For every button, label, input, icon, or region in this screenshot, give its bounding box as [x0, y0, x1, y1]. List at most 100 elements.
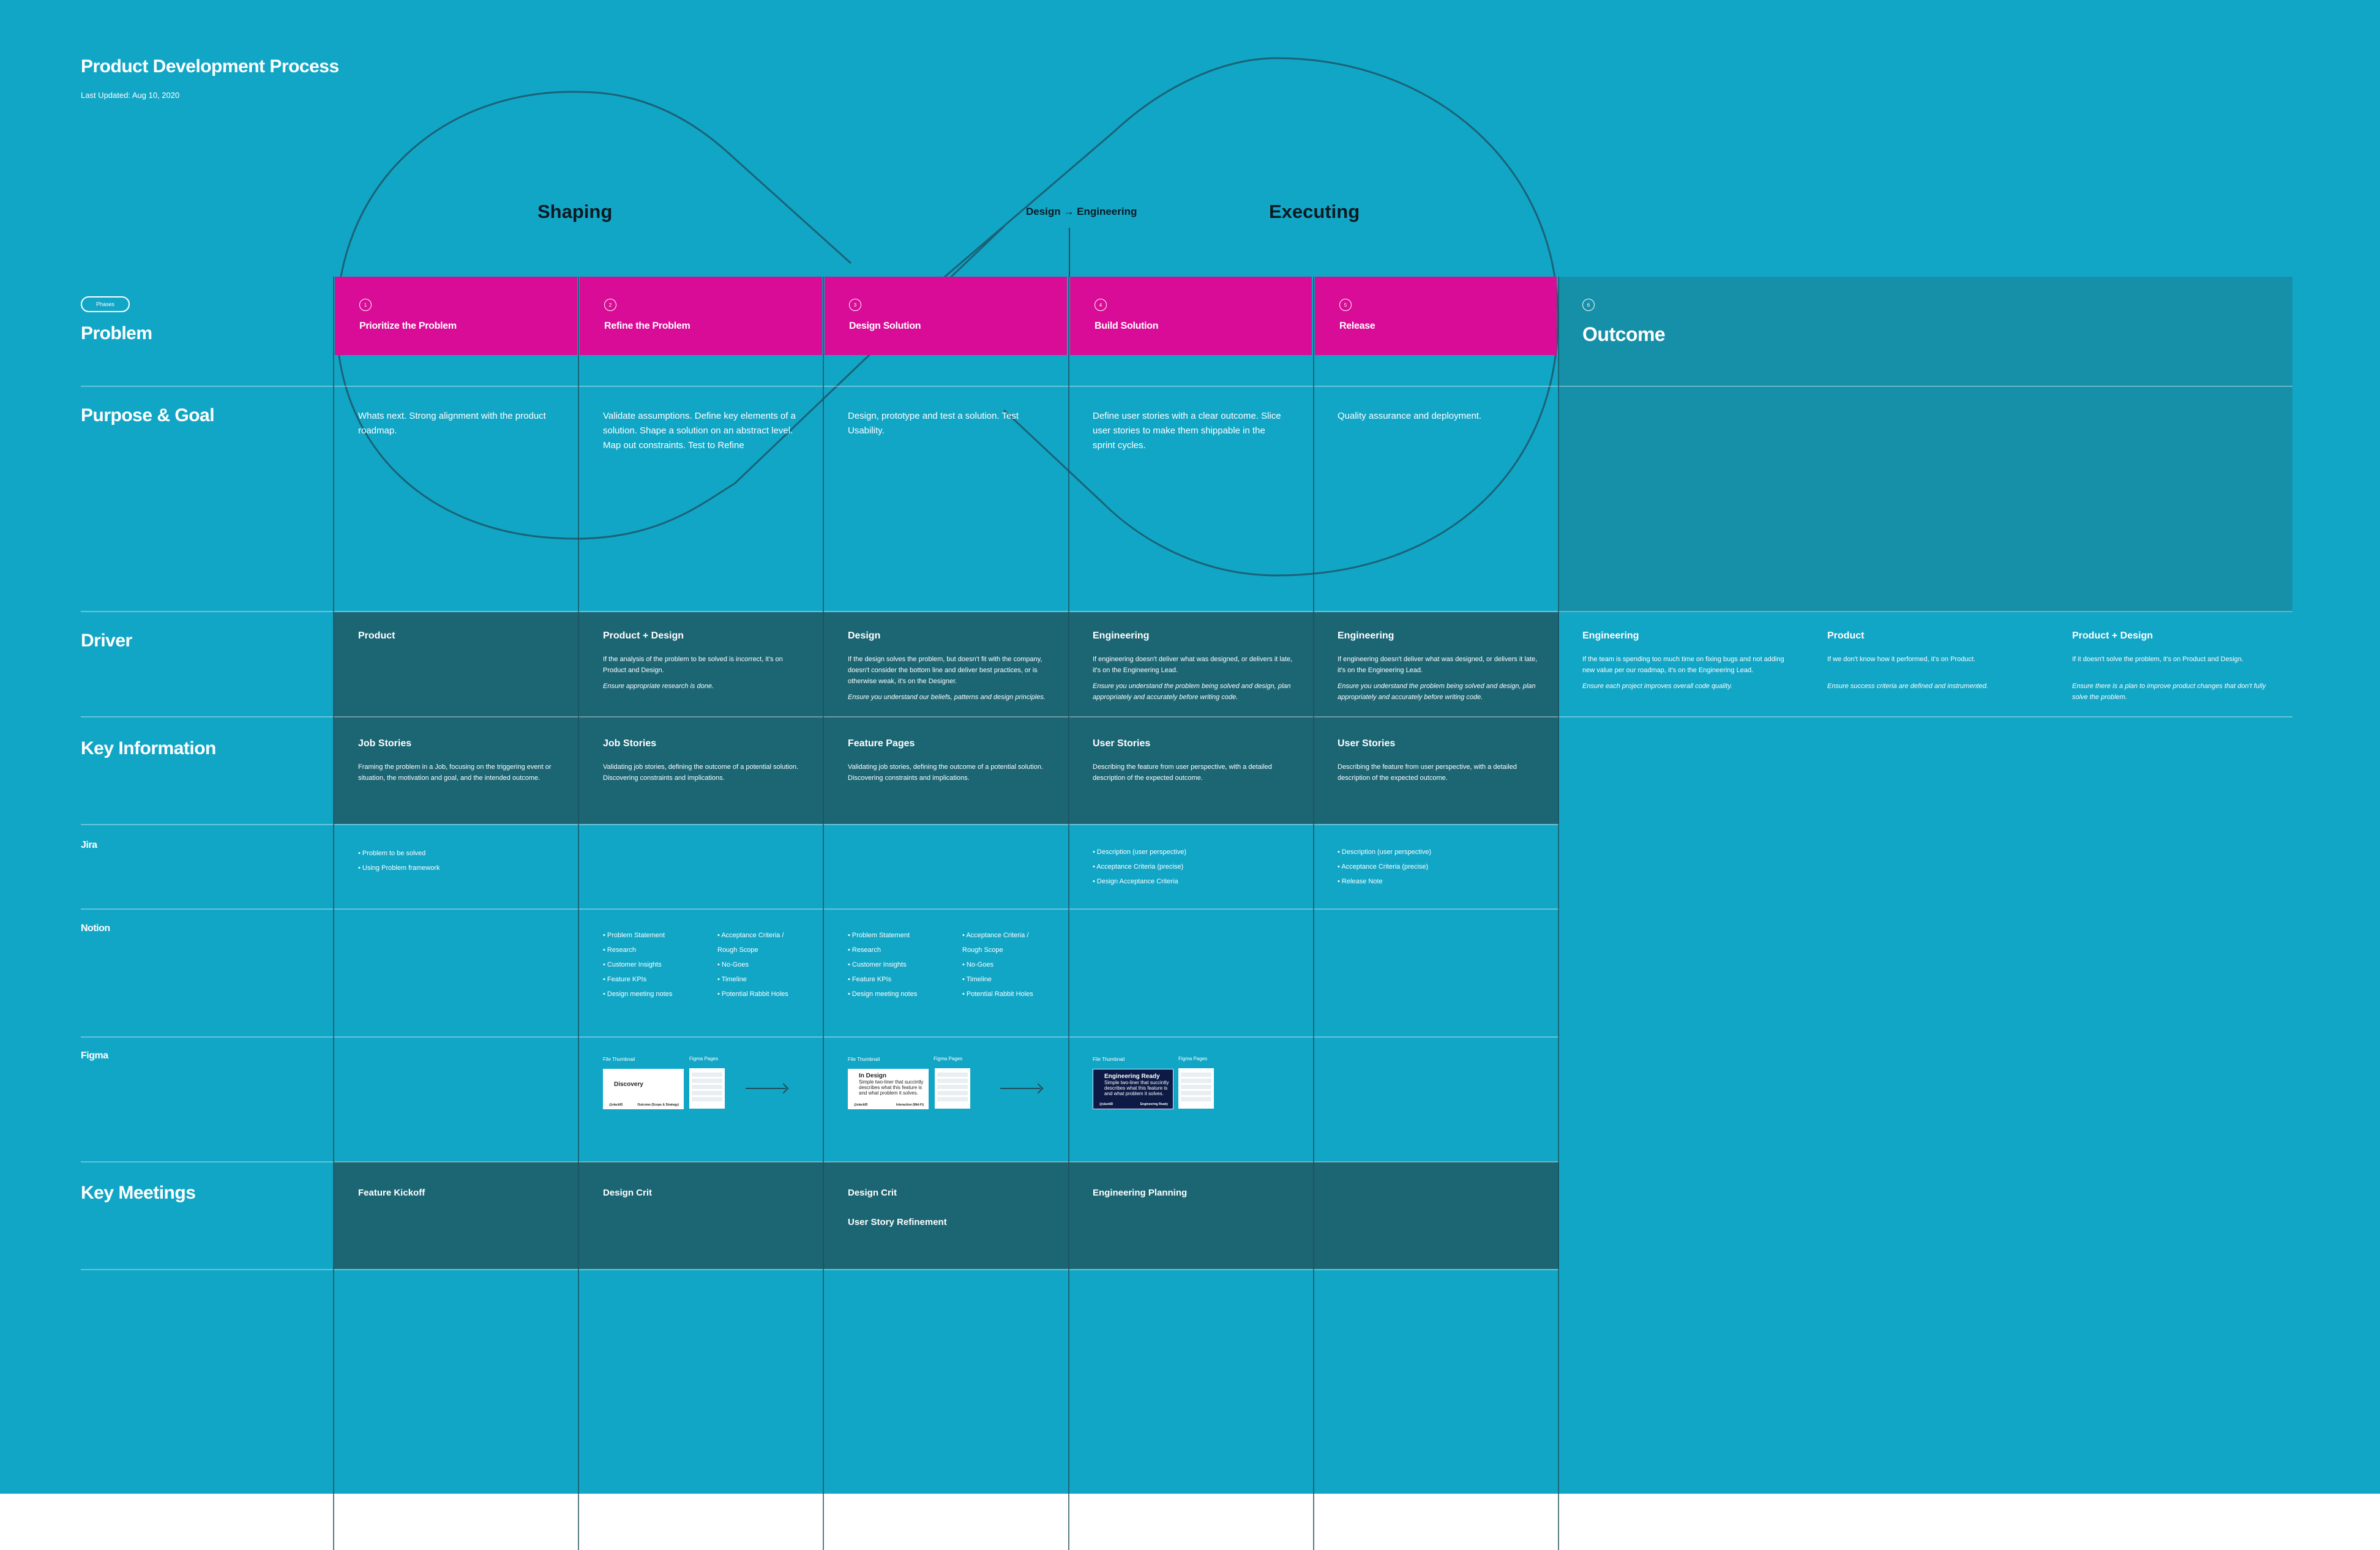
thumb-status: Engineering Ready: [1140, 1103, 1168, 1106]
figma-pages-panel[interactable]: [1178, 1068, 1214, 1109]
thumb-title: In Design: [859, 1073, 887, 1079]
meeting-item: User Story Refinement: [848, 1217, 947, 1227]
key-info-body: Validating job stories, defining the out…: [603, 763, 798, 782]
figma-file-thumbnail[interactable]: Discovery @slackID Outcome (Scope & Strat…: [603, 1069, 684, 1109]
jira-item: Acceptance Criteria (precise): [1093, 859, 1186, 874]
notion-item: Potential Rabbit Holes: [962, 987, 1042, 1002]
key-info-body: Describing the feature from user perspec…: [1093, 763, 1272, 782]
row-divider: [81, 1036, 1559, 1038]
notion-item: Timeline: [962, 972, 1042, 987]
key-info-body: Validating job stories, defining the out…: [848, 763, 1043, 782]
notion-item: Research: [603, 943, 672, 957]
jira-item: Description (user perspective): [1093, 845, 1186, 859]
stage-executing: Executing: [1269, 201, 1360, 222]
column-divider: [1068, 277, 1069, 1550]
key-info-head: Feature Pages: [848, 738, 915, 749]
driver-head: Product + Design: [603, 631, 684, 641]
jira-item: Description (user perspective): [1338, 845, 1431, 859]
column-divider: [333, 277, 334, 1550]
thumb-status: Interaction (Mid-Fi): [896, 1103, 924, 1107]
thumb-title: Engineering Ready: [1104, 1073, 1160, 1080]
thumb-body: Simple two-liner that succintly describe…: [859, 1079, 924, 1096]
key-info-body: Describing the feature from user perspec…: [1338, 763, 1517, 782]
row-label-jira: Jira: [81, 840, 97, 850]
last-updated: Last Updated: Aug 10, 2020: [81, 91, 180, 100]
stage-shaping: Shaping: [537, 201, 613, 222]
key-info-head: User Stories: [1338, 738, 1396, 749]
meetings-block: [334, 1162, 1559, 1269]
arrow-right-icon: [746, 1088, 786, 1089]
outcome-driver-head: Engineering: [1582, 631, 1639, 641]
notion-item: Research: [848, 943, 917, 957]
row-divider: [81, 1161, 1559, 1162]
jira-list-phase-5: Description (user perspective) Acceptanc…: [1338, 845, 1431, 889]
notion-item: Design meeting notes: [848, 987, 917, 1002]
phase-card-build-solution[interactable]: 4 Build Solution: [1070, 277, 1312, 355]
driver-body: If the design solves the problem, but do…: [848, 654, 1050, 703]
file-thumbnail-label: File Thumbnail: [603, 1057, 635, 1062]
driver-body: If the analysis of the problem to be sol…: [603, 654, 805, 692]
jira-list-phase-4: Description (user perspective) Acceptanc…: [1093, 845, 1186, 889]
phase-number-badge: 5: [1339, 299, 1352, 311]
driver-keyinfo-block: [334, 612, 1559, 824]
phase-number-badge: 4: [1095, 299, 1107, 311]
driver-head: Engineering: [1338, 631, 1394, 641]
row-divider: [81, 611, 2292, 612]
notion-item: Acceptance Criteria / Rough Scope: [717, 928, 797, 957]
column-divider: [578, 277, 579, 1550]
phase-card-prioritize[interactable]: 1 Prioritize the Problem: [335, 277, 577, 355]
jira-item: Release Note: [1338, 874, 1431, 889]
figma-file-thumbnail[interactable]: In Design Simple two-liner that succintl…: [848, 1069, 929, 1109]
notion-item: Feature KPIs: [603, 972, 672, 987]
thumb-owner: @slackID: [609, 1103, 623, 1107]
notion-list-left: Problem Statement Research Customer Insi…: [603, 928, 672, 1002]
driver-desc: If the design solves the problem, but do…: [848, 656, 1042, 685]
phase-card-release[interactable]: 5 Release: [1315, 277, 1557, 355]
page-title: Product Development Process: [81, 56, 339, 77]
row-label-key-info: Key Information: [81, 738, 216, 758]
outcome-driver-body: If it doesn't solve the problem, it's on…: [2072, 654, 2274, 703]
phase-number-badge: 6: [1582, 299, 1595, 311]
jira-list-phase-1: Problem to be solved Using Problem frame…: [358, 846, 440, 875]
row-divider: [81, 716, 2292, 717]
phase-number-badge: 3: [849, 299, 861, 311]
outcome-title: Outcome: [1582, 323, 1666, 345]
figma-pages-panel[interactable]: [689, 1068, 725, 1109]
figma-pages-label: Figma Pages: [1178, 1056, 1208, 1061]
file-thumbnail-label: File Thumbnail: [1093, 1057, 1125, 1062]
notion-item: Acceptance Criteria / Rough Scope: [962, 928, 1042, 957]
notion-item: Feature KPIs: [848, 972, 917, 987]
purpose-text: Validate assumptions. Define key element…: [603, 411, 796, 451]
row-label-purpose: Purpose & Goal: [81, 405, 215, 425]
key-info-head: Job Stories: [358, 738, 412, 749]
driver-head: Engineering: [1093, 631, 1150, 641]
figma-pages-panel[interactable]: [935, 1068, 970, 1109]
jira-item: Using Problem framework: [358, 861, 440, 875]
row-label-problem: Problem: [81, 323, 152, 343]
driver-desc: If we don't know how it performed, it's …: [1827, 656, 1976, 663]
driver-note: Ensure you understand the problem being …: [1093, 683, 1291, 701]
thumb-owner: @slackID: [854, 1103, 868, 1107]
phases-pill[interactable]: Phases: [81, 296, 130, 312]
phase-name: Prioritize the Problem: [359, 321, 457, 331]
row-divider: [81, 1269, 1559, 1270]
outcome-panel: [1559, 277, 2292, 612]
figma-pages-label: Figma Pages: [934, 1056, 963, 1061]
row-label-driver: Driver: [81, 631, 132, 651]
meeting-item: Design Crit: [603, 1188, 653, 1198]
notion-item: Customer Insights: [848, 957, 917, 972]
figma-pages-label: Figma Pages: [689, 1056, 719, 1061]
notion-list-right: Acceptance Criteria / Rough Scope No-Goe…: [962, 928, 1042, 1002]
phase-card-refine[interactable]: 2 Refine the Problem: [580, 277, 822, 355]
notion-item: No-Goes: [962, 957, 1042, 972]
outcome-driver-head: Product + Design: [2072, 631, 2154, 641]
phase-card-design-solution[interactable]: 3 Design Solution: [825, 277, 1067, 355]
row-label-figma: Figma: [81, 1050, 108, 1061]
notion-list-right: Acceptance Criteria / Rough Scope No-Goe…: [717, 928, 797, 1002]
notion-item: Design meeting notes: [603, 987, 672, 1002]
key-info-body: Framing the problem in a Job, focusing o…: [358, 763, 552, 782]
driver-note: Ensure you understand the problem being …: [1338, 683, 1536, 701]
outcome-driver-head: Product: [1827, 631, 1865, 641]
figma-file-thumbnail[interactable]: Engineering Ready Simple two-liner that …: [1093, 1069, 1173, 1109]
thumb-status: Outcome (Scope & Strategy): [637, 1103, 679, 1107]
